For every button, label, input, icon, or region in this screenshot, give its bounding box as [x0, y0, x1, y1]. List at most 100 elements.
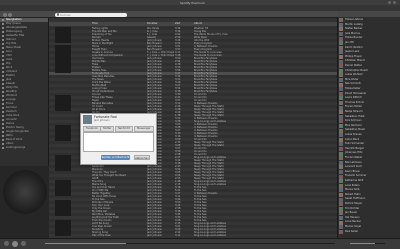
- playlist-icon: [2, 71, 4, 73]
- playlist-icon: [2, 131, 4, 133]
- sidebar-item-label: Lieblingssongs: [6, 146, 26, 149]
- send-button[interactable]: Senden und Nachricht: [101, 155, 130, 160]
- sidebar-item-label: Indie Rock: [6, 114, 20, 117]
- track-row[interactable]: Talk of the Town Jack Johnson 3:11 Sing-A-L…: [49, 234, 337, 237]
- playlist-icon: [2, 127, 4, 129]
- sidebar-item-label: Play Queue: [6, 22, 21, 25]
- sidebar-item[interactable]: Lieblingssongs: [0, 146, 48, 150]
- sidebar-item-label: Lounge: [6, 98, 16, 101]
- sidebar-item-label: Starred: [6, 38, 16, 41]
- sidebar-item-label: Wiedergabeliste: [6, 26, 27, 29]
- album-cover[interactable]: [55, 57, 71, 73]
- track-list-header: Titel Künstler Zeit Album: [49, 22, 337, 26]
- playlist-icon: [2, 99, 4, 101]
- header-title[interactable]: Titel: [92, 22, 98, 26]
- album-cover[interactable]: [55, 125, 71, 141]
- window-title: Spotify Premium: [180, 0, 205, 5]
- sidebar-item-label: Soul: [6, 50, 12, 53]
- sidebar-item-label: Neue Musik: [6, 46, 22, 49]
- playlist-icon: [2, 67, 4, 69]
- playlist-icon: [2, 147, 4, 149]
- forward-button[interactable]: [8, 12, 12, 17]
- sidebar-item-label: Pop: [6, 62, 11, 65]
- sidebar-item-label: Chill: [6, 54, 12, 57]
- sidebar-item-label: Posteingang: [6, 30, 22, 33]
- minimize-button[interactable]: [388, 1, 391, 4]
- sidebar-item-label: Workout: [6, 94, 17, 97]
- playlist-icon: [2, 39, 4, 41]
- sidebar-item-label: Ambient: [6, 70, 17, 73]
- playlist-icon: [2, 135, 4, 137]
- playlist-icon: [2, 59, 4, 61]
- header-album[interactable]: Album: [194, 22, 202, 26]
- header-artist[interactable]: Künstler: [147, 22, 158, 26]
- previous-button[interactable]: [4, 241, 9, 246]
- sidebar-item-label: Deutsch: [6, 110, 17, 113]
- sidebar-item-label: Gekaufte Titel: [6, 34, 25, 37]
- album-cover[interactable]: [55, 180, 71, 196]
- playlist-icon: [2, 119, 4, 121]
- track-album: Sing-A-Longs and Lullabies: [194, 234, 227, 237]
- sidebar-item-label: Focus: [6, 102, 14, 105]
- sidebar-item-label: Retro: [6, 134, 13, 137]
- album-cover[interactable]: [55, 27, 71, 43]
- sidebar-item-label: Dance: [6, 122, 15, 125]
- sidebar-item-label: Alben: [6, 142, 14, 145]
- playlist-icon: [2, 115, 4, 117]
- sidebar-item-label: Jazz: [6, 78, 12, 81]
- progress-fill: [45, 243, 127, 245]
- sidebar-item-label: Electro Swing: [6, 126, 24, 129]
- sidebar-item-label: Singer-Songwriter: [6, 130, 30, 133]
- track-title: Talk of the Town: [92, 234, 112, 237]
- sidebar-item-label: Top Hits: [6, 42, 17, 45]
- album-cover[interactable]: [55, 220, 71, 236]
- playlist-icon: [2, 63, 4, 65]
- playlist-icon: [2, 75, 4, 77]
- playlist-icon: [2, 83, 4, 85]
- playlist-icon: [2, 139, 4, 141]
- play-button[interactable]: [12, 240, 18, 247]
- album-cover[interactable]: [55, 95, 71, 111]
- playlist-icon: [2, 19, 4, 21]
- friend-avatar: [339, 229, 343, 234]
- sidebar-item-label: Acoustic: [6, 118, 17, 121]
- volume-fill: [350, 243, 375, 245]
- track-artist: Jack Johnson: [147, 234, 163, 237]
- friend-name: Paul Keller: [345, 229, 359, 233]
- close-button[interactable]: [393, 1, 396, 4]
- playlist-icon: [2, 47, 4, 49]
- album-cover[interactable]: [55, 200, 71, 216]
- sidebar-item-label: Rock: [6, 66, 13, 69]
- playlist-icon: [2, 143, 4, 145]
- popup-message-field[interactable]: [83, 132, 154, 152]
- playlist-icon: [2, 111, 4, 113]
- header-time[interactable]: Zeit: [175, 22, 180, 26]
- playlist-icon: [2, 43, 4, 45]
- playlist-icon: [2, 55, 4, 57]
- playlist-icon: [2, 23, 4, 25]
- cancel-button[interactable]: Abbrechen: [134, 155, 150, 160]
- sidebar-item-label: Roadtrip: [6, 90, 17, 93]
- playlist-icon: [2, 31, 4, 33]
- playlist-icon: [2, 87, 4, 89]
- playlist-icon: [2, 51, 4, 53]
- next-button[interactable]: [21, 241, 26, 246]
- track-time: 3:11: [175, 234, 181, 237]
- playlist-icon: [2, 35, 4, 37]
- playlist-icon: [2, 123, 4, 125]
- friend-item[interactable]: Paul Keller: [338, 230, 400, 235]
- sidebar-item-label: Indie: [6, 58, 13, 61]
- popup-avatar: [83, 115, 92, 124]
- playlist-icon: [2, 91, 4, 93]
- playlist-icon: [2, 79, 4, 81]
- album-cover[interactable]: [55, 155, 71, 171]
- search-input[interactable]: Suchen: [55, 12, 127, 17]
- friends-header: [337, 11, 400, 17]
- sidebar-item-label: Party Mix: [6, 86, 18, 89]
- sidebar-item-label: Sommer: [6, 106, 17, 109]
- album-art-image[interactable]: [3, 170, 47, 214]
- playlist-icon: [2, 95, 4, 97]
- back-button[interactable]: [3, 12, 7, 17]
- sidebar-item-label: Best of 2011: [6, 138, 23, 141]
- sidebar-item-label: Elektro: [6, 74, 16, 77]
